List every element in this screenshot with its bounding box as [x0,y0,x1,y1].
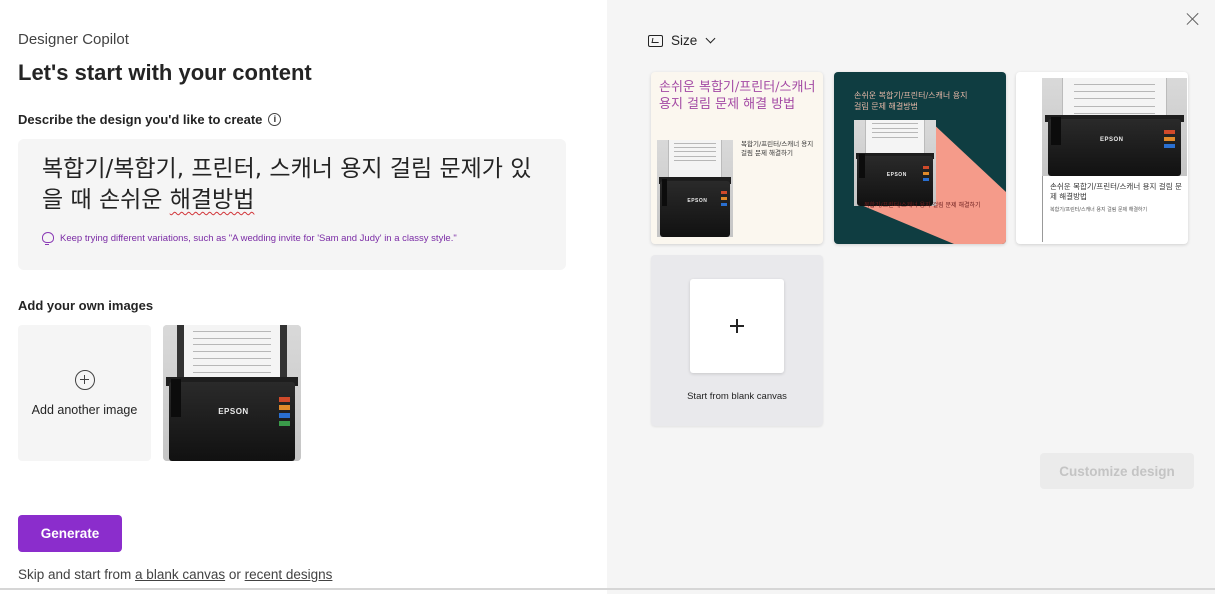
blank-canvas-link[interactable]: a blank canvas [135,567,225,582]
design-1-title: 손쉬운 복합기/프린터/스캐너 용지 걸림 문제 해결 방법 [659,80,816,112]
blank-canvas-option[interactable]: Start from blank canvas [651,255,823,426]
design-2-image: EPSON [854,120,936,206]
bottom-divider [0,588,1215,590]
blank-canvas-label: Start from blank canvas [687,391,787,402]
add-image-button[interactable]: Add another image [18,325,151,461]
lightbulb-icon [42,232,54,245]
design-3-brand: EPSON [1100,136,1124,143]
app-title: Designer Copilot [18,31,129,48]
describe-label-text: Describe the design you'd like to create [18,112,263,127]
skip-prefix: Skip and start from [18,567,136,582]
recent-designs-link[interactable]: recent designs [245,567,333,582]
design-2-title: 손쉬운 복합기/프린터/스캐너 용지 걸림 문제 해결방법 [854,91,968,111]
design-2-brand: EPSON [886,171,907,178]
prompt-text[interactable]: 복합기/복합기, 프린터, 스캐너 용지 걸림 문제가 있을 때 손쉬운 해결방… [42,154,542,216]
size-dropdown[interactable]: Size [648,33,716,48]
prompt-input[interactable]: 복합기/복합기, 프린터, 스캐너 용지 걸림 문제가 있을 때 손쉬운 해결방… [18,139,566,270]
design-option-3[interactable]: EPSON 손쉬운 복합기/프린터/스캐너 용지 걸림 문제 해결방법 복합기/… [1016,72,1188,244]
close-icon[interactable] [1185,11,1201,27]
design-2-subtitle: 복합기/프린터/스캐너 용지 걸림 문제 해결하기 [864,202,981,209]
generate-button[interactable]: Generate [18,515,122,552]
describe-label: Describe the design you'd like to create… [18,112,282,127]
plus-icon [730,319,744,333]
design-option-2[interactable]: 손쉬운 복합기/프린터/스캐너 용지 걸림 문제 해결방법 EPSON 복합기/… [834,72,1006,244]
right-panel: Size 손쉬운 복합기/프린터/스캐너 용지 걸림 문제 해결 방법 EPSO… [607,0,1215,594]
prompt-text-misspelled: 해결방법 [169,187,255,213]
printer-brand: EPSON [218,406,249,416]
page-title: Let's start with your content [18,60,312,85]
images-label: Add your own images [18,298,154,313]
design-3-image: EPSON [1042,78,1187,176]
blank-canvas-tile [690,279,784,373]
design-option-1[interactable]: 손쉬운 복합기/프린터/스캐너 용지 걸림 문제 해결 방법 EPSON 복합기… [651,72,823,244]
resize-icon [648,34,663,47]
add-image-label: Add another image [31,402,138,417]
design-3-divider [1042,176,1043,242]
design-1-brand: EPSON [687,198,708,205]
skip-or: or [225,567,245,582]
design-1-image: EPSON [657,140,733,237]
design-1-subtitle: 복합기/프린터/스캐너 용지 걸림 문제 해결하기 [741,140,814,157]
left-panel: Designer Copilot Let's start with your c… [0,0,607,594]
size-label: Size [671,33,698,48]
design-3-subtitle: 복합기/프린터/스캐너 용지 걸림 문제 해결하기 [1050,207,1148,213]
design-3-title: 손쉬운 복합기/프린터/스캐너 용지 걸림 문제 해결방법 [1050,182,1182,201]
info-icon[interactable]: i [268,113,282,126]
customize-design-button[interactable]: Customize design [1040,453,1194,489]
printer-photo: EPSON [163,325,301,461]
prompt-hint: Keep trying different variations, such a… [42,232,457,245]
add-circle-icon [74,369,95,390]
chevron-down-icon [705,33,716,44]
hint-text: Keep trying different variations, such a… [60,232,457,244]
uploaded-image-thumbnail[interactable]: EPSON [163,325,301,461]
prompt-text-main: 복합기/복합기, 프린터, 스캐너 용지 걸림 문제가 있을 때 손쉬운 [42,156,532,213]
skip-line: Skip and start from a blank canvas or re… [18,567,332,582]
